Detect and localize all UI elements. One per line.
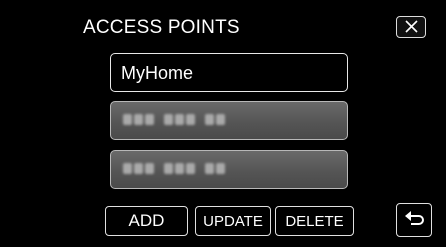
page-title: ACCESS POINTS (83, 17, 240, 38)
obscured-access-point-name (123, 114, 225, 125)
update-button[interactable]: UPDATE (195, 206, 271, 236)
delete-button[interactable]: DELETE (275, 206, 354, 236)
access-points-screen: ACCESS POINTS MyHome ADD UPDATE DELETE (0, 0, 446, 247)
add-button[interactable]: ADD (105, 206, 188, 236)
access-point-label: MyHome (121, 63, 194, 83)
obscured-access-point-name (123, 163, 225, 174)
close-button[interactable] (396, 16, 426, 38)
access-point-item-3[interactable] (110, 150, 348, 189)
close-icon (405, 20, 418, 33)
access-point-item-1[interactable]: MyHome (110, 53, 348, 92)
return-arrow-icon (405, 211, 424, 225)
access-point-item-2[interactable] (110, 101, 348, 140)
back-button[interactable] (396, 203, 432, 237)
